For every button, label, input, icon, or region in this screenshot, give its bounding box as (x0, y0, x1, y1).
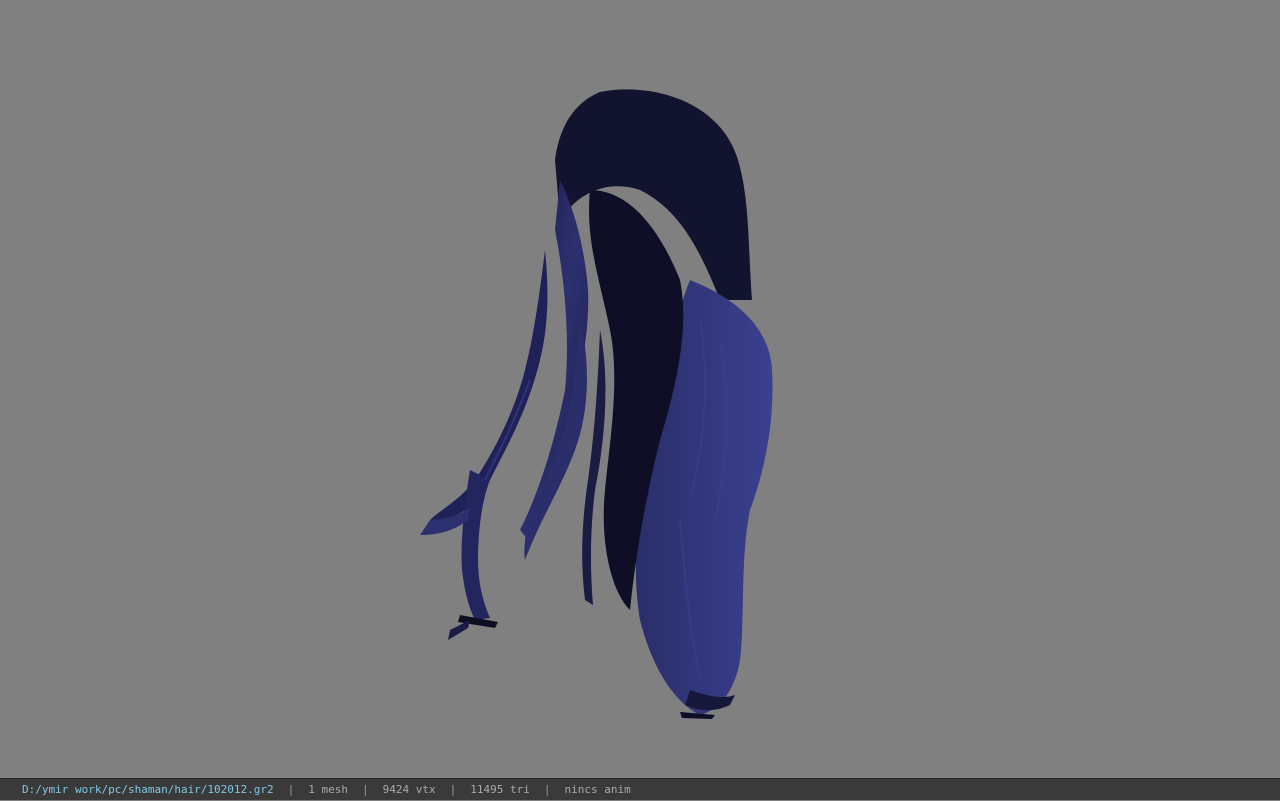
vertex-count: 9424 vtx (382, 783, 436, 796)
separator: | (362, 783, 369, 796)
separator: | (287, 783, 295, 796)
3d-viewport[interactable] (0, 0, 1280, 778)
file-path: D:/ymir work/pc/shaman/hair/102012.gr2 (22, 783, 274, 796)
hair-tip (448, 620, 470, 640)
status-bar: D:/ymir work/pc/shaman/hair/102012.gr2 | 1… (0, 778, 1280, 800)
animation-status: nincs anim (564, 783, 631, 796)
hair-model (420, 89, 773, 719)
mesh-count: 1 mesh (308, 783, 349, 796)
separator: | (449, 783, 457, 796)
triangle-count: 11495 tri (470, 783, 530, 796)
separator: | (543, 783, 551, 796)
